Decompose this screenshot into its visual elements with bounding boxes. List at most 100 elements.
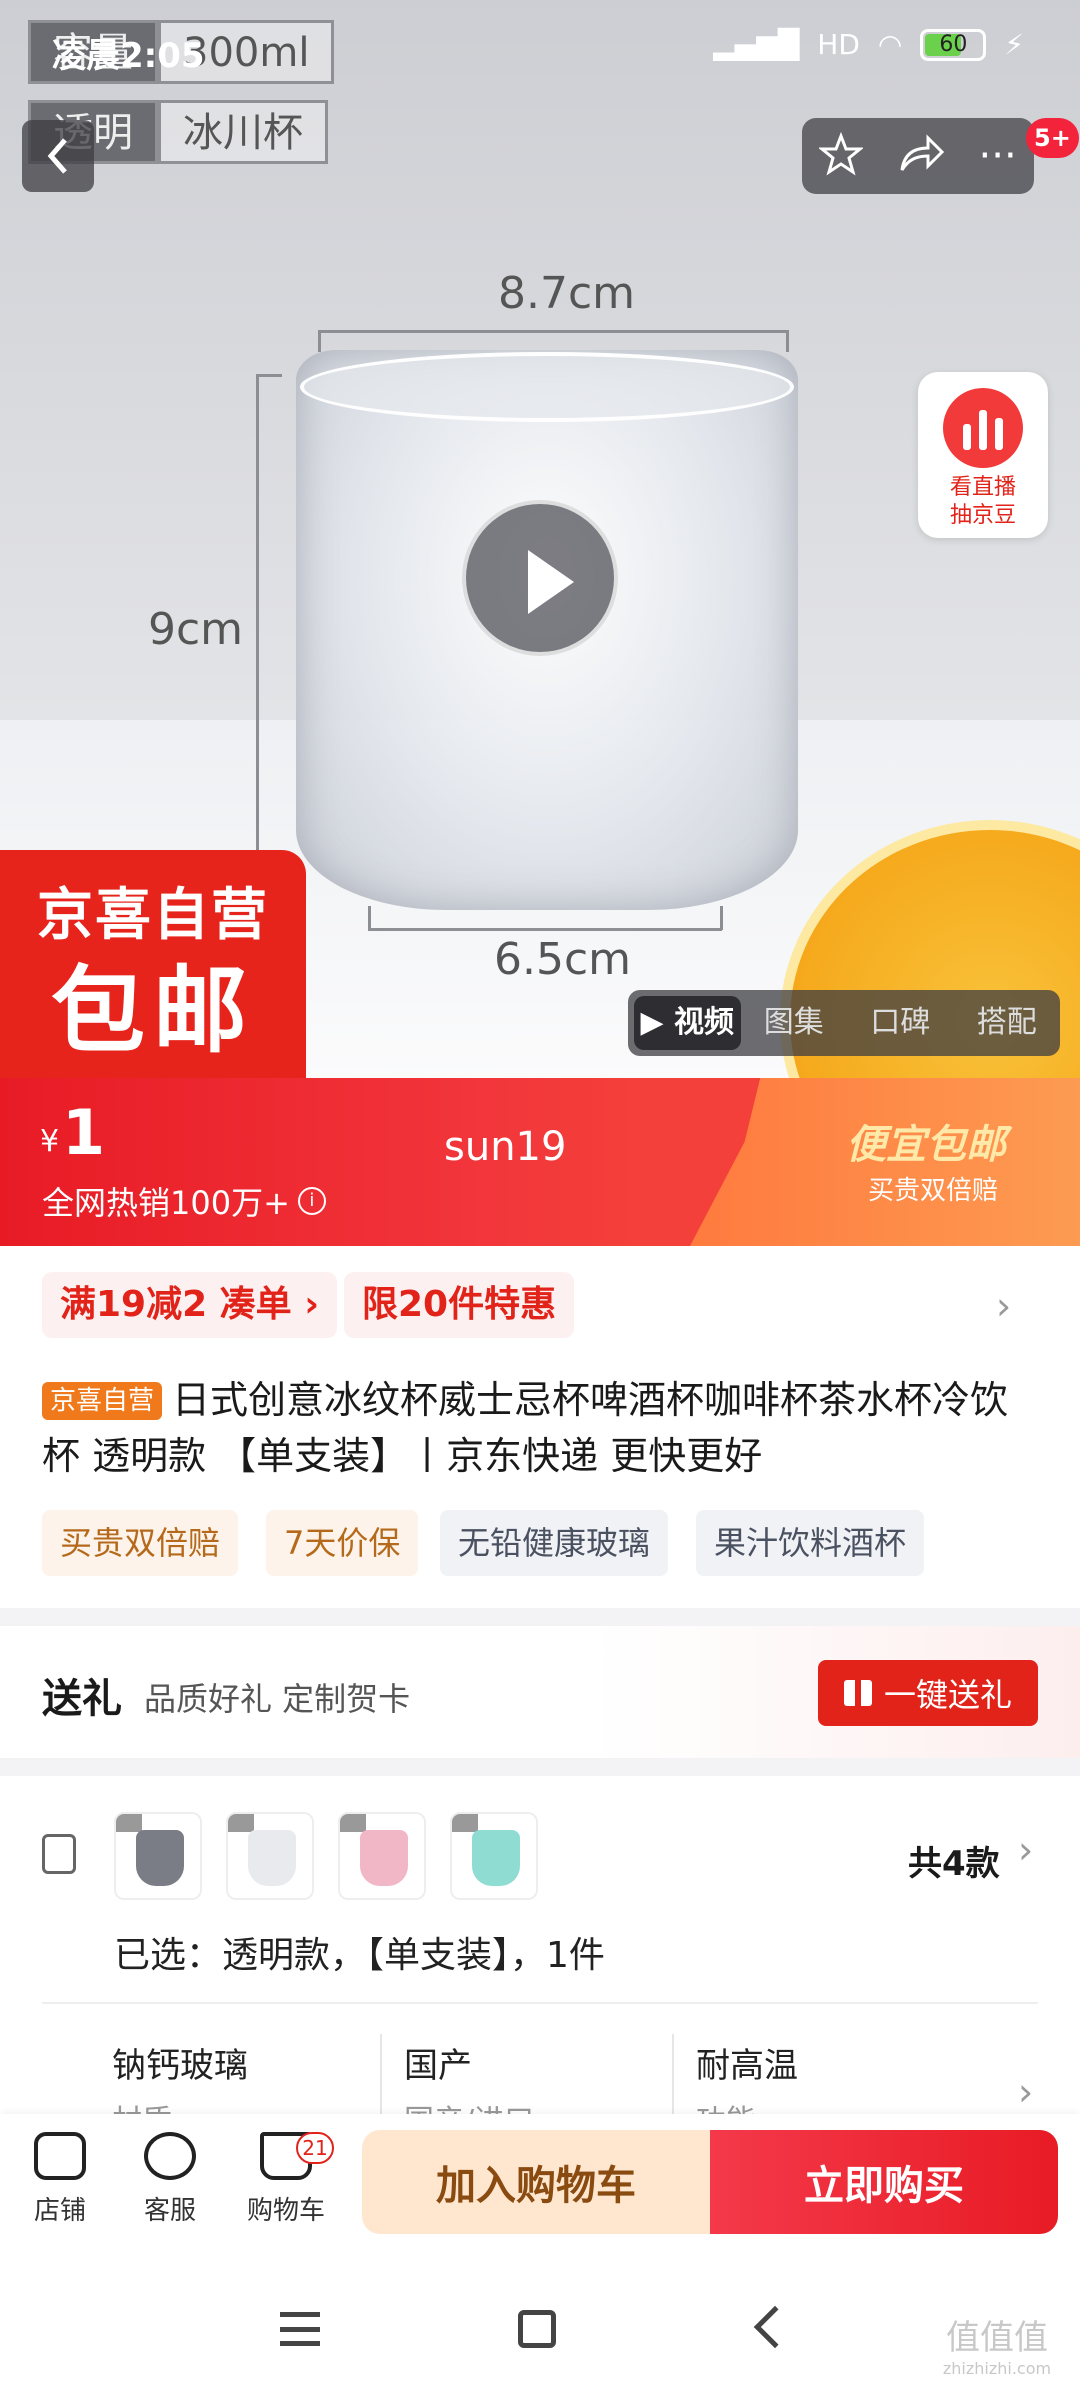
dimension-tick <box>786 330 789 352</box>
live-bars-icon <box>943 388 1023 468</box>
hd-label: HD <box>817 28 860 61</box>
home-icon[interactable] <box>518 2310 556 2348</box>
store-button[interactable]: 店铺 <box>10 2132 110 2227</box>
dimension-line-bottom <box>368 928 722 931</box>
battery-icon: 60 <box>920 28 987 61</box>
tab-reviews[interactable]: 口碑 <box>847 996 954 1050</box>
top-actions-bar: ··· <box>802 118 1034 194</box>
menu-icon[interactable] <box>280 2312 320 2346</box>
send-gift-button[interactable]: 一键送礼 <box>818 1660 1038 1726</box>
cart-label: 购物车 <box>246 2196 325 2226</box>
promo-code: sun19 <box>444 1124 567 1170</box>
selected-variant: 已选：透明款，【单支装】，1件 <box>114 1935 605 1976</box>
tab-video[interactable]: ▶ 视频 <box>634 996 741 1050</box>
product-info-card: 满19减2 凑单 › 限20件特惠 › 京喜自营 日式创意冰纹杯威士忌杯啤酒杯咖啡… <box>0 1246 1080 1608</box>
spec-separator <box>380 2034 382 2124</box>
notification-badge: 5+ <box>1026 118 1079 158</box>
dimension-tick <box>720 906 723 930</box>
watermark-sub: zhizhizhi.com <box>942 2359 1052 2378</box>
status-bar: 凌晨2:05 ▂▄▆█ HD ◠ 60 ⚡ <box>0 0 1080 96</box>
dimension-width-bottom: 6.5cm <box>494 934 632 985</box>
favorite-star-icon[interactable] <box>818 131 865 180</box>
media-tabs: ▶ 视频 图集 口碑 搭配 <box>628 990 1060 1056</box>
chip-lead-free[interactable]: 无铅健康玻璃 <box>440 1510 669 1576</box>
status-icons: ▂▄▆█ HD ◠ 60 ⚡ <box>713 28 1024 61</box>
add-to-cart-button[interactable]: 加入购物车 <box>362 2130 710 2234</box>
service-label: 客服 <box>143 2196 196 2226</box>
chip-juice-cup[interactable]: 果汁饮料酒杯 <box>696 1510 925 1576</box>
promo-corner-line2: 包邮 <box>50 957 255 1066</box>
self-operated-tag: 京喜自营 <box>42 1382 163 1420</box>
dimension-height: 9cm <box>148 604 244 655</box>
dimension-line-top <box>318 330 788 333</box>
tab-pairing[interactable]: 搭配 <box>954 996 1061 1050</box>
dimension-tick <box>318 330 321 352</box>
back-button[interactable] <box>22 120 94 192</box>
cheap-shipping-panel: 便宜包邮 买贵双倍赔 <box>690 1078 1080 1246</box>
live-card-line2: 抽京豆 <box>949 503 1016 528</box>
dimension-line-left <box>256 374 259 912</box>
spec-function-value: 耐高温 <box>696 2046 798 2086</box>
spec-origin-value: 国产 <box>404 2046 472 2086</box>
promo-corner-badge: 京喜自营 包邮 <box>0 850 306 1078</box>
store-label: 店铺 <box>33 2196 86 2226</box>
more-icon[interactable]: ··· <box>979 136 1017 176</box>
variant-section[interactable]: 共4款 › 已选：透明款，【单支装】，1件 钠钙玻璃 材质 国产 国产/进口 耐… <box>0 1776 1080 2139</box>
buy-now-button[interactable]: 立即购买 <box>710 2130 1058 2234</box>
signal-icon: ▂▄▆█ <box>713 28 800 61</box>
tab-gallery[interactable]: 图集 <box>741 996 848 1050</box>
info-icon[interactable]: i <box>297 1187 326 1215</box>
cart-badge: 21 <box>296 2132 334 2164</box>
share-icon[interactable] <box>898 134 945 178</box>
glass-rim-image <box>300 352 794 422</box>
gift-subtitle: 品质好礼 定制贺卡 <box>144 1680 411 1718</box>
wifi-icon: ◠ <box>877 28 903 61</box>
price-amount: 1 <box>62 1096 106 1169</box>
product-title: 京喜自营 日式创意冰纹杯威士忌杯啤酒杯咖啡杯茶水杯冷饮杯 透明款 【单支装】丨京东… <box>42 1372 1042 1484</box>
gift-heading: 送礼 <box>42 1676 122 1722</box>
divider <box>42 2002 1038 2004</box>
back-arrow-icon[interactable] <box>753 2305 797 2349</box>
chevron-left-icon <box>47 138 67 174</box>
chevron-right-icon[interactable]: › <box>1018 1828 1033 1872</box>
coupon-full-reduction[interactable]: 满19减2 凑单 › <box>42 1272 338 1338</box>
gift-icon <box>843 1680 872 1706</box>
live-card-line1: 看直播 <box>949 475 1016 500</box>
dimension-width-top: 8.7cm <box>498 268 636 319</box>
charging-icon: ⚡ <box>1004 28 1024 61</box>
product-media-carousel[interactable]: 容量 300ml 透明 冰川杯 8.7cm 9cm 6.5cm 凌晨2:05 ▂… <box>0 0 1080 1078</box>
promo-corner-line1: 京喜自营 <box>37 883 269 948</box>
dimension-tick <box>368 906 371 930</box>
spec-tag-color-value: 冰川杯 <box>158 100 328 164</box>
cart-button[interactable]: 21 购物车 <box>236 2132 336 2227</box>
bottom-action-bar: 店铺 客服 21 购物车 加入购物车 立即购买 <box>0 2114 1080 2262</box>
cheap-shipping-title: 便宜包邮 <box>846 1122 1006 1168</box>
chip-price-protect[interactable]: 7天价保 <box>266 1510 419 1576</box>
send-gift-label: 一键送礼 <box>883 1676 1012 1714</box>
play-video-button[interactable] <box>462 500 618 656</box>
watermark: 值值值 zhizhizhi.com <box>922 2310 1072 2378</box>
gift-section: 送礼 品质好礼 定制贺卡 一键送礼 <box>0 1626 1080 1758</box>
variant-thumb[interactable] <box>114 1812 202 1900</box>
store-icon <box>34 2132 86 2180</box>
price-banner: ¥ 1 全网热销100万+ i sun19 便宜包邮 买贵双倍赔 <box>0 1078 1080 1246</box>
service-button[interactable]: 客服 <box>120 2132 220 2227</box>
chevron-right-icon[interactable]: › <box>1018 2070 1033 2114</box>
live-stream-card[interactable]: 看直播 抽京豆 <box>918 372 1048 538</box>
sales-count[interactable]: 全网热销100万+ i <box>42 1178 326 1224</box>
variant-thumb[interactable] <box>338 1812 426 1900</box>
variant-thumb[interactable] <box>450 1812 538 1900</box>
system-nav-bar <box>0 2262 1080 2400</box>
sales-count-text: 全网热销100万+ <box>42 1184 290 1222</box>
variant-count: 共4款 <box>908 1844 1000 1884</box>
coupon-limited-offer[interactable]: 限20件特惠 <box>344 1272 575 1338</box>
chevron-right-icon[interactable]: › <box>996 1284 1011 1328</box>
service-smile-icon <box>144 2132 196 2180</box>
variant-thumb[interactable] <box>226 1812 314 1900</box>
product-title-text: 日式创意冰纹杯威士忌杯啤酒杯咖啡杯茶水杯冷饮杯 透明款 【单支装】丨京东快递 更… <box>42 1378 1009 1478</box>
watermark-main: 值值值 <box>946 2318 1048 2358</box>
cheap-shipping-sub: 买贵双倍赔 <box>868 1176 999 1206</box>
price-currency: ¥ <box>40 1124 60 1159</box>
chip-price-guarantee[interactable]: 买贵双倍赔 <box>42 1510 239 1576</box>
selection-icon <box>42 1834 76 1874</box>
